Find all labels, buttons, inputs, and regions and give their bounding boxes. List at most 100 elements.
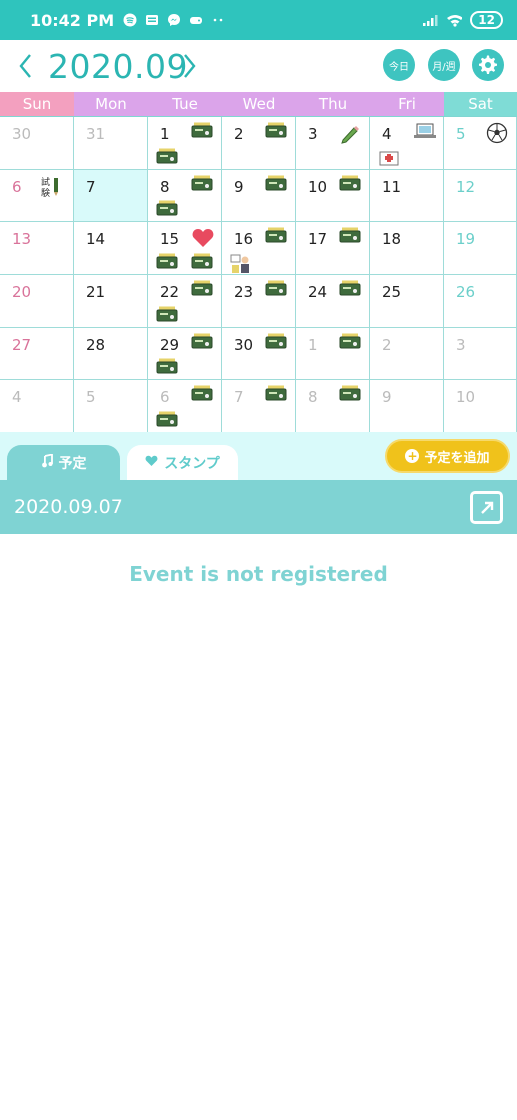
day-cell[interactable]: 7 [222, 380, 296, 433]
laptop-stamp-icon [413, 122, 437, 144]
day-cell[interactable]: 21 [74, 274, 148, 328]
day-number: 28 [86, 335, 106, 354]
tab-schedule[interactable]: 予定 [7, 445, 120, 480]
soccer-ball-stamp-icon [486, 122, 510, 144]
spotify-icon [122, 12, 138, 28]
day-cell[interactable]: 26 [444, 274, 517, 328]
day-cell[interactable]: 3 [444, 327, 517, 381]
day-number: 10 [456, 388, 476, 407]
settings-button[interactable] [472, 49, 504, 81]
day-cell[interactable]: 31 [74, 117, 148, 170]
day-cell[interactable]: 24 [296, 274, 370, 328]
day-cell[interactable]: 19 [444, 222, 517, 275]
day-number: 15 [160, 230, 180, 249]
view-toggle-button[interactable]: 月/週 [428, 49, 460, 81]
day-cell[interactable]: 27 [0, 327, 74, 381]
day-number: 12 [456, 177, 476, 196]
day-cell[interactable]: 13 [0, 222, 74, 275]
pencil-stamp-icon [339, 122, 363, 144]
game-icon [188, 12, 204, 28]
weekday-header: Sun Mon Tue Wed Thu Fri Sat [0, 92, 517, 116]
open-day-button[interactable] [470, 491, 503, 524]
day-cell[interactable]: 17 [296, 222, 370, 275]
seminar-stamp-icon [339, 280, 363, 302]
day-cell[interactable]: 7 [74, 169, 148, 223]
day-number: 7 [86, 177, 96, 196]
day-cell[interactable]: 5 [74, 380, 148, 433]
day-cell[interactable]: 10 [296, 169, 370, 223]
day-cell[interactable]: 15 [148, 222, 222, 275]
next-month-button[interactable] [175, 46, 205, 86]
day-cell[interactable]: 25 [370, 274, 444, 328]
day-cell[interactable]: 4 [0, 380, 74, 433]
day-cell[interactable]: 30 [222, 327, 296, 381]
day-cell[interactable]: 10 [444, 380, 517, 433]
day-cell[interactable]: 2 [222, 117, 296, 170]
weekday-sun: Sun [0, 92, 74, 116]
day-cell[interactable]: 23 [222, 274, 296, 328]
prev-month-button[interactable] [10, 46, 40, 86]
day-cell[interactable]: 20 [0, 274, 74, 328]
wifi-icon [446, 12, 463, 28]
seminar-stamp-icon [265, 175, 289, 197]
day-cell[interactable]: 4 [370, 117, 444, 170]
day-cell[interactable]: 18 [370, 222, 444, 275]
music-note-icon [41, 452, 53, 472]
exam-stamp-icon: 試験 [40, 175, 64, 199]
day-cell[interactable]: 3 [296, 117, 370, 170]
day-cell[interactable]: 9 [222, 169, 296, 223]
day-cell[interactable]: 6 試験 [0, 169, 74, 223]
weekday-sat: Sat [444, 92, 517, 116]
day-cell[interactable]: 9 [370, 380, 444, 433]
day-cell[interactable]: 1 [296, 327, 370, 381]
calendar-grid: 30 31 1 2 3 4 5 6 試験 7 8 9 10 11 12 13 14 15 16 17 18 19 20 21 2… [0, 116, 517, 433]
day-cell[interactable]: 14 [74, 222, 148, 275]
seminar-stamp-icon [156, 358, 180, 376]
day-cell[interactable]: 22 [148, 274, 222, 328]
day-number: 25 [382, 282, 402, 301]
day-cell[interactable]: 12 [444, 169, 517, 223]
day-number: 6 [160, 388, 170, 407]
day-cell[interactable]: 16 [222, 222, 296, 275]
heart-stamp-icon [191, 227, 215, 249]
day-number: 26 [456, 282, 476, 301]
day-number: 4 [12, 388, 22, 407]
messenger-icon [166, 12, 182, 28]
chevron-right-icon [184, 54, 196, 78]
day-cell[interactable]: 8 [296, 380, 370, 433]
day-number: 27 [12, 335, 32, 354]
status-right: 12 [422, 11, 503, 29]
seminar-stamp-icon [191, 280, 215, 302]
seminar-stamp-icon [191, 122, 215, 144]
day-number: 1 [160, 125, 170, 143]
external-arrow-icon [480, 501, 493, 514]
today-button[interactable]: 今日 [383, 49, 415, 81]
day-number: 11 [382, 177, 402, 196]
day-cell[interactable]: 11 [370, 169, 444, 223]
day-cell[interactable]: 28 [74, 327, 148, 381]
day-cell[interactable]: 1 [148, 117, 222, 170]
seminar-stamp-icon [191, 333, 215, 355]
day-cell[interactable]: 6 [148, 380, 222, 433]
news-icon [144, 12, 160, 28]
weekday-thu: Thu [296, 92, 370, 116]
day-cell[interactable]: 2 [370, 327, 444, 381]
day-cell[interactable]: 8 [148, 169, 222, 223]
day-number: 20 [12, 282, 32, 301]
seminar-stamp-icon [265, 227, 289, 249]
day-number: 29 [160, 335, 180, 354]
seminar-stamp-icon [156, 411, 180, 429]
day-number: 17 [308, 230, 328, 249]
tab-stamp[interactable]: スタンプ [127, 445, 238, 480]
day-number: 30 [12, 125, 32, 143]
day-cell[interactable]: 30 [0, 117, 74, 170]
day-number: 2 [382, 335, 392, 354]
day-cell[interactable]: 29 [148, 327, 222, 381]
month-title: 2020.09 [48, 47, 188, 86]
calendar-header: 2020.09 今日 月/週 [0, 40, 517, 92]
day-number: 31 [86, 125, 106, 143]
person-stamp-icon [230, 253, 254, 273]
day-number: 13 [12, 230, 32, 249]
add-event-button[interactable]: + 予定を追加 [385, 439, 510, 473]
day-cell[interactable]: 5 [444, 117, 517, 170]
